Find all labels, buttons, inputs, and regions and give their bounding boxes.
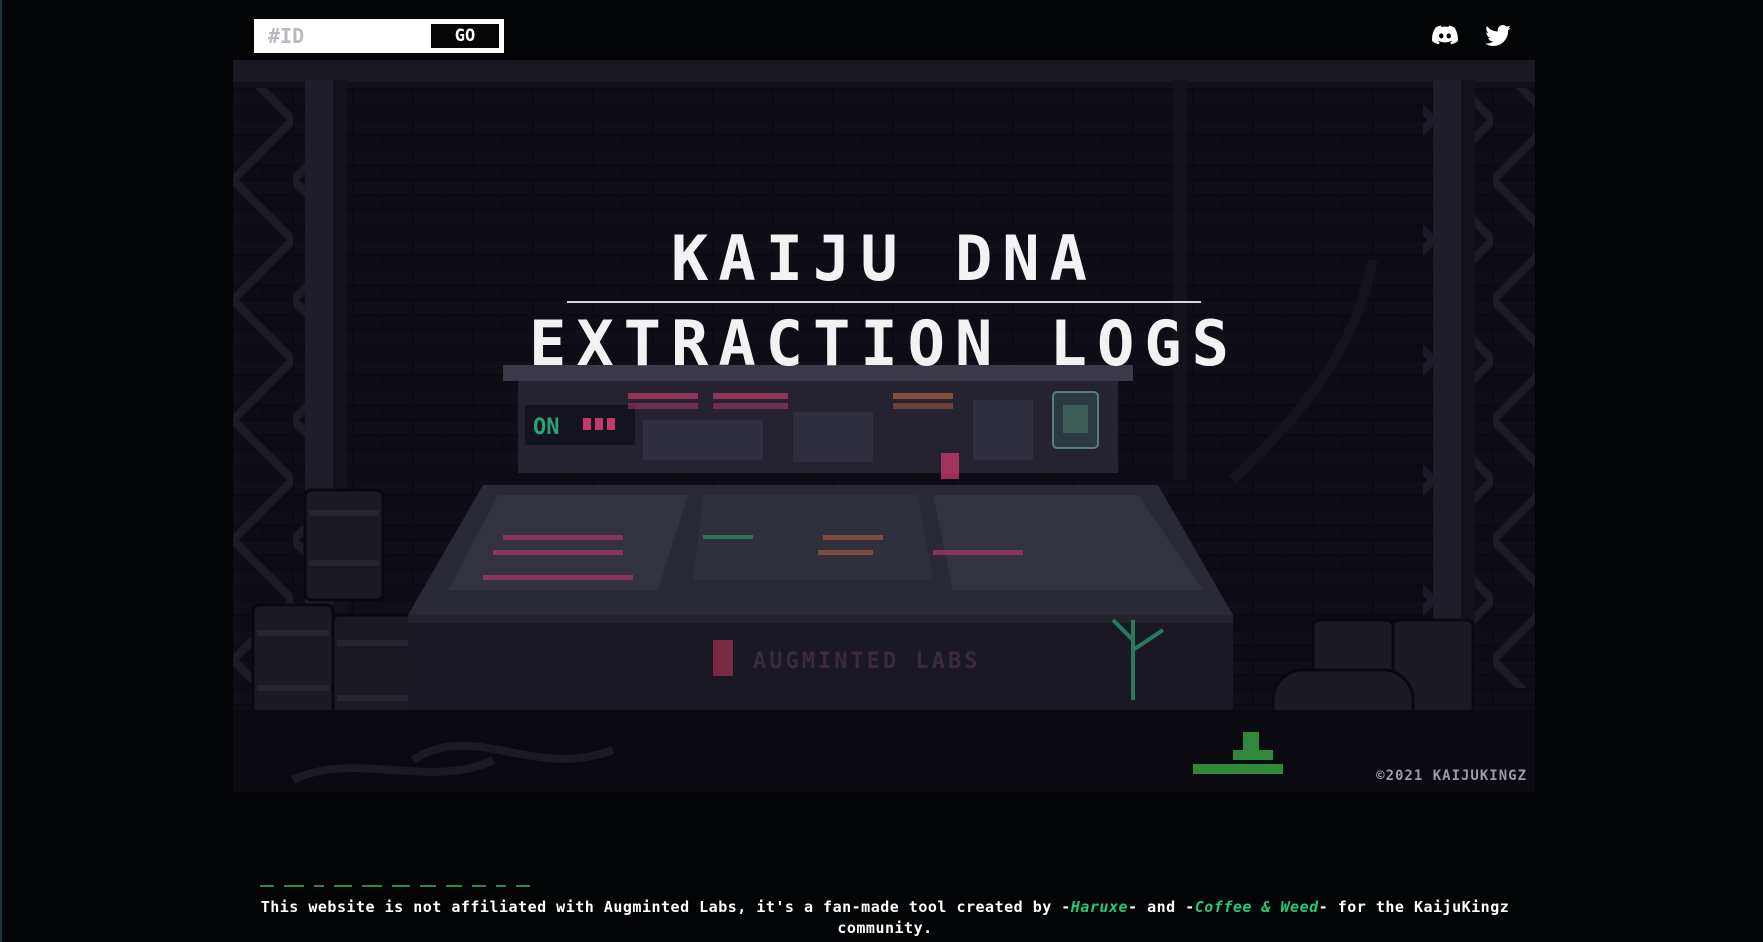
twitter-icon[interactable]: [1483, 22, 1513, 50]
hero-title-line2: EXTRACTION LOGS: [529, 307, 1239, 380]
author-link-coffee-weed[interactable]: Coffee & Weed: [1195, 898, 1319, 916]
footer-dashes: [260, 885, 530, 888]
title-divider: [567, 301, 1201, 303]
author-link-haruxe[interactable]: Haruxe: [1071, 898, 1128, 916]
machine-brand-label: AUGMINTED LABS: [753, 649, 980, 674]
go-button[interactable]: GO: [431, 24, 499, 48]
machine-on-label: ON: [533, 415, 560, 440]
hero-lab-image: ON AUGMINTED LABS KAIJU DNA EXTRACTION L…: [233, 60, 1535, 792]
discord-icon[interactable]: [1430, 22, 1460, 50]
copyright-text: ©2021 KAIJUKINGZ: [1376, 768, 1527, 784]
search-box: GO: [254, 19, 504, 53]
footer-disclaimer: This website is not affiliated with Augm…: [250, 897, 1520, 939]
hero-title-line1: KAIJU DNA: [671, 222, 1097, 295]
footer-text-before: This website is not affiliated with Augm…: [260, 898, 1071, 916]
lab-scene-illustration: ON AUGMINTED LABS: [233, 60, 1535, 792]
id-search-input[interactable]: [256, 21, 431, 51]
footer-text-mid: - and -: [1128, 898, 1195, 916]
page-left-edge: [0, 0, 2, 942]
